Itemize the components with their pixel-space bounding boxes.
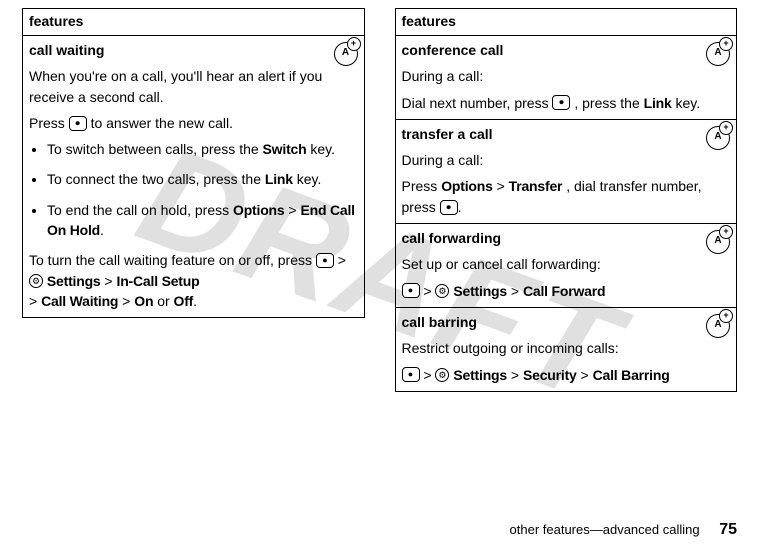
- send-key-icon: ⏺: [440, 200, 458, 215]
- forward-target: Call Forward: [523, 283, 605, 299]
- page-content: features call waiting When you're on a c…: [0, 0, 759, 400]
- gt2: >: [511, 367, 519, 383]
- gt1: >: [423, 283, 431, 299]
- barring-target: Call Barring: [593, 367, 670, 383]
- on-label: On: [134, 293, 153, 309]
- call-waiting-bullets: To switch between calls, press the Switc…: [47, 139, 358, 240]
- page-number: 75: [719, 521, 737, 538]
- link-key: Link: [644, 95, 672, 111]
- gt1: >: [423, 367, 431, 383]
- b2-suffix: key.: [297, 171, 322, 187]
- left-table: features call waiting When you're on a c…: [22, 8, 365, 318]
- barring-path: ● > ⚙ Settings > Security > Call Barring: [402, 365, 731, 385]
- conference-call-cell: conference call During a call: Dial next…: [395, 36, 737, 120]
- gt3: >: [581, 367, 589, 383]
- right-header: features: [395, 9, 737, 36]
- incall-label: In-Call Setup: [117, 273, 200, 289]
- call-waiting-press-line: Press ⏺ to answer the new call.: [29, 113, 358, 133]
- right-table: features conference call During a call: …: [395, 8, 738, 392]
- send-key-icon: ⏺: [69, 116, 87, 131]
- center-key-icon: ●: [402, 283, 420, 298]
- left-column: features call waiting When you're on a c…: [22, 8, 365, 392]
- forward-title: call forwarding: [402, 228, 731, 248]
- forward-path: ● > ⚙ Settings > Call Forward: [402, 281, 731, 301]
- call-waiting-intro: When you're on a call, you'll hear an al…: [29, 66, 358, 107]
- call-forwarding-cell: call forwarding Set up or cancel call fo…: [395, 224, 737, 308]
- final-period: .: [193, 293, 197, 309]
- or-label: or: [157, 293, 173, 309]
- forward-l1: Set up or cancel call forwarding:: [402, 254, 731, 274]
- call-waiting-title: call waiting: [29, 40, 358, 60]
- gt2: >: [104, 273, 112, 289]
- settings-icon: ⚙: [29, 274, 43, 288]
- off-label: Off: [174, 293, 194, 309]
- conference-l2: Dial next number, press ⏺ , press the Li…: [402, 93, 731, 113]
- settings-label: Settings: [453, 367, 507, 383]
- options-key: Options: [441, 178, 492, 194]
- security-label: Security: [523, 367, 577, 383]
- switch-key: Switch: [263, 141, 307, 157]
- settings-label: Settings: [47, 273, 101, 289]
- settings-icon: ⚙: [435, 368, 449, 382]
- settings-label: Settings: [453, 283, 507, 299]
- page-footer: other features—advanced calling 75: [510, 521, 737, 539]
- callwaiting-label: Call Waiting: [41, 293, 118, 309]
- press-prefix: Press: [29, 115, 69, 131]
- toggle-line: To turn the call waiting feature on or o…: [29, 250, 358, 311]
- conf-l2b: , press the: [574, 95, 643, 111]
- transfer-period: .: [458, 199, 462, 215]
- options-key: Options: [233, 202, 284, 218]
- gt4: >: [122, 293, 130, 309]
- toggle-intro: To turn the call waiting feature on or o…: [29, 252, 316, 268]
- transfer-press: Press: [402, 178, 442, 194]
- bullet-switch: To switch between calls, press the Switc…: [47, 139, 358, 159]
- settings-icon: ⚙: [435, 284, 449, 298]
- right-column: features conference call During a call: …: [395, 8, 738, 392]
- availability-badge-icon: [334, 42, 358, 66]
- call-barring-cell: call barring Restrict outgoing or incomi…: [395, 307, 737, 391]
- gt1: >: [338, 252, 346, 268]
- availability-badge-icon: [706, 126, 730, 150]
- gt2: >: [511, 283, 519, 299]
- transfer-title: transfer a call: [402, 124, 731, 144]
- gt: >: [497, 178, 505, 194]
- link-key: Link: [265, 171, 293, 187]
- transfer-call-cell: transfer a call During a call: Press Opt…: [395, 119, 737, 223]
- gt3: >: [29, 293, 37, 309]
- conf-l2c: key.: [676, 95, 701, 111]
- bullet-link: To connect the two calls, press the Link…: [47, 169, 358, 189]
- footer-section: other features—advanced calling: [510, 522, 700, 537]
- bullet-end: To end the call on hold, press Options >…: [47, 200, 358, 241]
- center-key-icon: ●: [316, 253, 334, 268]
- left-header: features: [23, 9, 365, 36]
- availability-badge-icon: [706, 42, 730, 66]
- availability-badge-icon: [706, 314, 730, 338]
- transfer-l1: During a call:: [402, 150, 731, 170]
- press-suffix: to answer the new call.: [91, 115, 233, 131]
- b2-text: To connect the two calls, press the: [47, 171, 265, 187]
- conf-l2a: Dial next number, press: [402, 95, 553, 111]
- b1-suffix: key.: [310, 141, 335, 157]
- transfer-target: Transfer: [509, 178, 563, 194]
- b3-text: To end the call on hold, press: [47, 202, 233, 218]
- gt: >: [288, 202, 296, 218]
- barring-l1: Restrict outgoing or incoming calls:: [402, 338, 731, 358]
- b1-text: To switch between calls, press the: [47, 141, 263, 157]
- barring-title: call barring: [402, 312, 731, 332]
- conference-l1: During a call:: [402, 66, 731, 86]
- availability-badge-icon: [706, 230, 730, 254]
- call-waiting-cell: call waiting When you're on a call, you'…: [23, 36, 365, 318]
- send-key-icon: ⏺: [552, 95, 570, 110]
- center-key-icon: ●: [402, 367, 420, 382]
- conference-title: conference call: [402, 40, 731, 60]
- transfer-l2: Press Options > Transfer , dial transfer…: [402, 176, 731, 217]
- b3-period: .: [100, 222, 104, 238]
